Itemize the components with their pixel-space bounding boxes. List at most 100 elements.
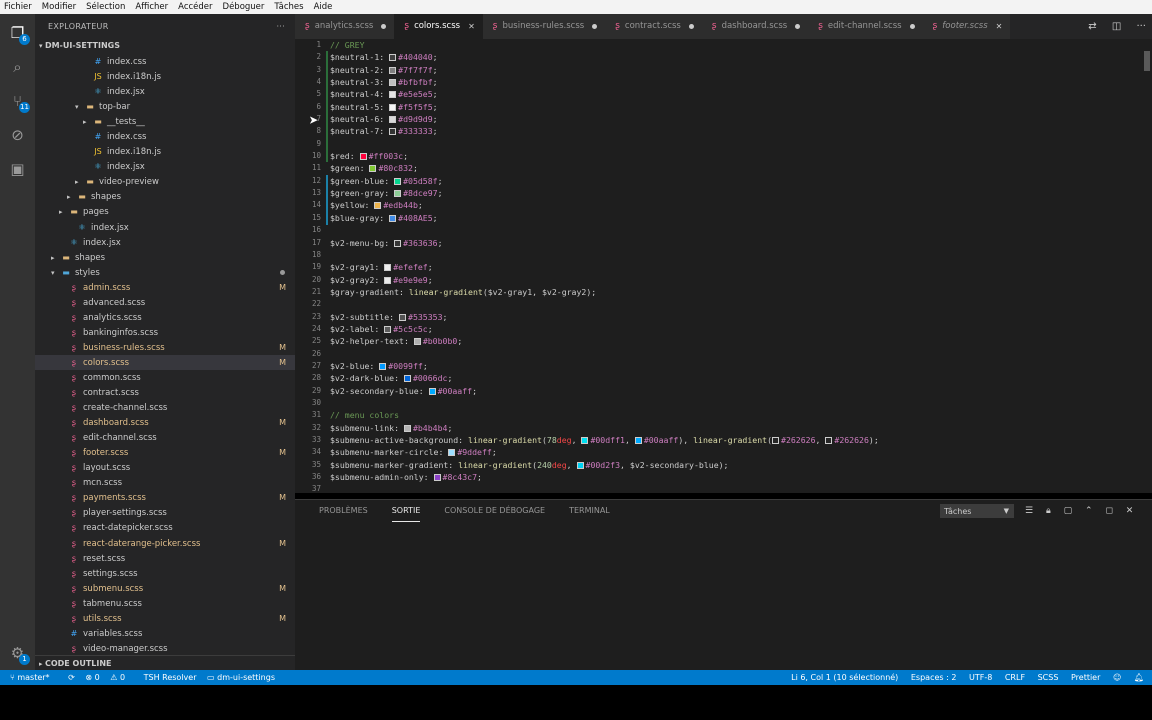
- code-line[interactable]: $green: #80c832;: [330, 162, 1130, 174]
- color-swatch[interactable]: [389, 91, 397, 99]
- color-swatch[interactable]: [576, 461, 584, 469]
- color-swatch[interactable]: [394, 239, 402, 247]
- folder-item[interactable]: ▸ ▬ __tests__: [35, 114, 295, 129]
- code-line[interactable]: $v2-helper-text: #b0b0b0;: [330, 335, 1130, 347]
- folder-item[interactable]: ▸ ▬ shapes: [35, 250, 295, 265]
- file-item[interactable]: ʂ colors.scss M: [35, 354, 295, 370]
- color-swatch[interactable]: [403, 424, 411, 432]
- code-line[interactable]: [330, 138, 1130, 150]
- menu-item[interactable]: Déboguer: [223, 2, 265, 12]
- explorer-icon[interactable]: ❐ 6: [8, 24, 30, 45]
- file-item[interactable]: ʂ layout.scss: [35, 460, 295, 475]
- unsaved-dot-icon[interactable]: [795, 24, 801, 29]
- menu-item[interactable]: Sélection: [86, 2, 125, 12]
- code-line[interactable]: $neutral-5: #f5f5f5;: [330, 101, 1130, 113]
- color-swatch[interactable]: [403, 375, 411, 383]
- unsaved-dot-icon[interactable]: [688, 24, 694, 29]
- panel-tab[interactable]: TERMINAL: [569, 500, 610, 522]
- file-item[interactable]: ʂ analytics.scss: [35, 310, 295, 325]
- file-item[interactable]: ⚛ index.jsx: [35, 84, 295, 99]
- file-item[interactable]: ʂ contract.scss: [35, 385, 295, 400]
- menu-item[interactable]: Aide: [314, 2, 333, 12]
- editor-tab[interactable]: ʂ analytics.scss: [295, 14, 395, 39]
- code-line[interactable]: // menu colors: [330, 409, 1130, 421]
- file-item[interactable]: # index.css: [35, 129, 295, 144]
- sync-icon[interactable]: ⟳: [68, 673, 75, 682]
- editor-tab[interactable]: ʂ edit-channel.scss: [808, 14, 923, 39]
- file-item[interactable]: JS index.i18n.js: [35, 69, 295, 84]
- file-item[interactable]: ʂ settings.scss: [35, 566, 295, 581]
- folder-item[interactable]: ▾ ▬ top-bar: [35, 99, 295, 114]
- code-line[interactable]: $submenu-active-background: linear-gradi…: [330, 434, 1130, 446]
- folder-status[interactable]: ▭ dm-ui-settings: [207, 673, 283, 682]
- editor-tab[interactable]: ʂ contract.scss: [605, 14, 702, 39]
- unsaved-dot-icon[interactable]: [909, 24, 915, 29]
- color-swatch[interactable]: [394, 177, 402, 185]
- code-line[interactable]: $v2-label: #5c5c5c;: [330, 323, 1130, 335]
- clear-output-icon[interactable]: ☰: [1025, 506, 1033, 516]
- code-line[interactable]: $v2-dark-blue: #0066dc;: [330, 372, 1130, 384]
- color-swatch[interactable]: [389, 214, 397, 222]
- folder-item[interactable]: ▾ ▬ styles: [35, 265, 295, 280]
- file-item[interactable]: ʂ create-channel.scss: [35, 400, 295, 415]
- scrollbar-thumb[interactable]: [1144, 51, 1150, 71]
- color-swatch[interactable]: [428, 387, 436, 395]
- git-branch[interactable]: ⑂ master*: [10, 673, 58, 682]
- file-item[interactable]: # index.css: [35, 54, 295, 69]
- color-swatch[interactable]: [448, 449, 456, 457]
- file-item[interactable]: ⚛ index.jsx: [35, 159, 295, 174]
- color-swatch[interactable]: [389, 79, 397, 87]
- code-line[interactable]: [330, 397, 1130, 409]
- code-line[interactable]: [330, 224, 1130, 236]
- file-item[interactable]: ⚛ index.jsx: [35, 220, 295, 235]
- close-icon[interactable]: ✕: [996, 14, 1003, 39]
- color-swatch[interactable]: [394, 190, 402, 198]
- file-item[interactable]: ʂ admin.scss M: [35, 280, 295, 295]
- folder-item[interactable]: ▸ ▬ video-preview: [35, 174, 295, 189]
- file-item[interactable]: # variables.scss: [35, 626, 295, 641]
- file-item[interactable]: ʂ business-rules.scss M: [35, 340, 295, 355]
- color-swatch[interactable]: [433, 474, 441, 482]
- panel-tab[interactable]: SORTIE: [391, 500, 421, 522]
- file-item[interactable]: JS index.i18n.js: [35, 144, 295, 159]
- color-swatch[interactable]: [389, 54, 397, 62]
- search-icon[interactable]: ⌕: [8, 58, 27, 77]
- color-swatch[interactable]: [359, 153, 367, 161]
- code-line[interactable]: $yellow: #edb44b;: [330, 199, 1130, 211]
- code-line[interactable]: // GREY: [330, 39, 1130, 51]
- file-item[interactable]: ʂ submenu.scss M: [35, 581, 295, 596]
- menu-item[interactable]: Accéder: [178, 2, 212, 12]
- maximize-panel-icon[interactable]: ◻: [1105, 506, 1112, 516]
- color-swatch[interactable]: [413, 338, 421, 346]
- color-swatch[interactable]: [389, 66, 397, 74]
- code-line[interactable]: $submenu-link: #b4b4b4;: [330, 422, 1130, 434]
- feedback-icon[interactable]: ☺: [1113, 673, 1121, 682]
- file-item[interactable]: ʂ common.scss: [35, 370, 295, 385]
- color-swatch[interactable]: [399, 313, 407, 321]
- menu-item[interactable]: Fichier: [4, 2, 32, 12]
- code-line[interactable]: $v2-gray2: #e9e9e9;: [330, 274, 1130, 286]
- indentation[interactable]: Espaces : 2: [911, 673, 957, 682]
- file-item[interactable]: ʂ utils.scss M: [35, 611, 295, 626]
- code-editor[interactable]: 1 2 3 4 5 6 7 8 9 10 11 12 13 14 15 16 17 18 19 20 21 22 23 24 2…: [295, 39, 1152, 493]
- code-content[interactable]: // GREY $neutral-1: #404040; $neutral-2: #…: [330, 39, 1130, 493]
- color-swatch[interactable]: [379, 362, 387, 370]
- file-item[interactable]: ʂ reset.scss: [35, 551, 295, 566]
- split-editor-icon[interactable]: ◫: [1112, 21, 1121, 32]
- code-line[interactable]: $v2-gray1: #efefef;: [330, 261, 1130, 273]
- color-swatch[interactable]: [384, 264, 392, 272]
- code-line[interactable]: $v2-blue: #0099ff;: [330, 360, 1130, 372]
- code-line[interactable]: $green-blue: #05d58f;: [330, 175, 1130, 187]
- file-item[interactable]: ʂ react-daterange-picker.scss M: [35, 536, 295, 551]
- code-line[interactable]: $gray-gradient: linear-gradient($v2-gray…: [330, 286, 1130, 298]
- color-swatch[interactable]: [374, 202, 382, 210]
- editor-tab[interactable]: ʂ footer.scss ✕: [922, 14, 1011, 39]
- folder-item[interactable]: ▸ ▬ shapes: [35, 189, 295, 204]
- code-line[interactable]: $neutral-2: #7f7f7f;: [330, 64, 1130, 76]
- code-line[interactable]: $submenu-marker-gradient: linear-gradien…: [330, 459, 1130, 471]
- folder-item[interactable]: ▸ ▬ pages: [35, 204, 295, 219]
- file-item[interactable]: ʂ mcn.scss: [35, 475, 295, 490]
- problems-count[interactable]: ⊗ 0 ⚠ 0: [85, 673, 133, 682]
- close-icon[interactable]: ✕: [468, 14, 475, 39]
- code-line[interactable]: $neutral-7: #333333;: [330, 125, 1130, 137]
